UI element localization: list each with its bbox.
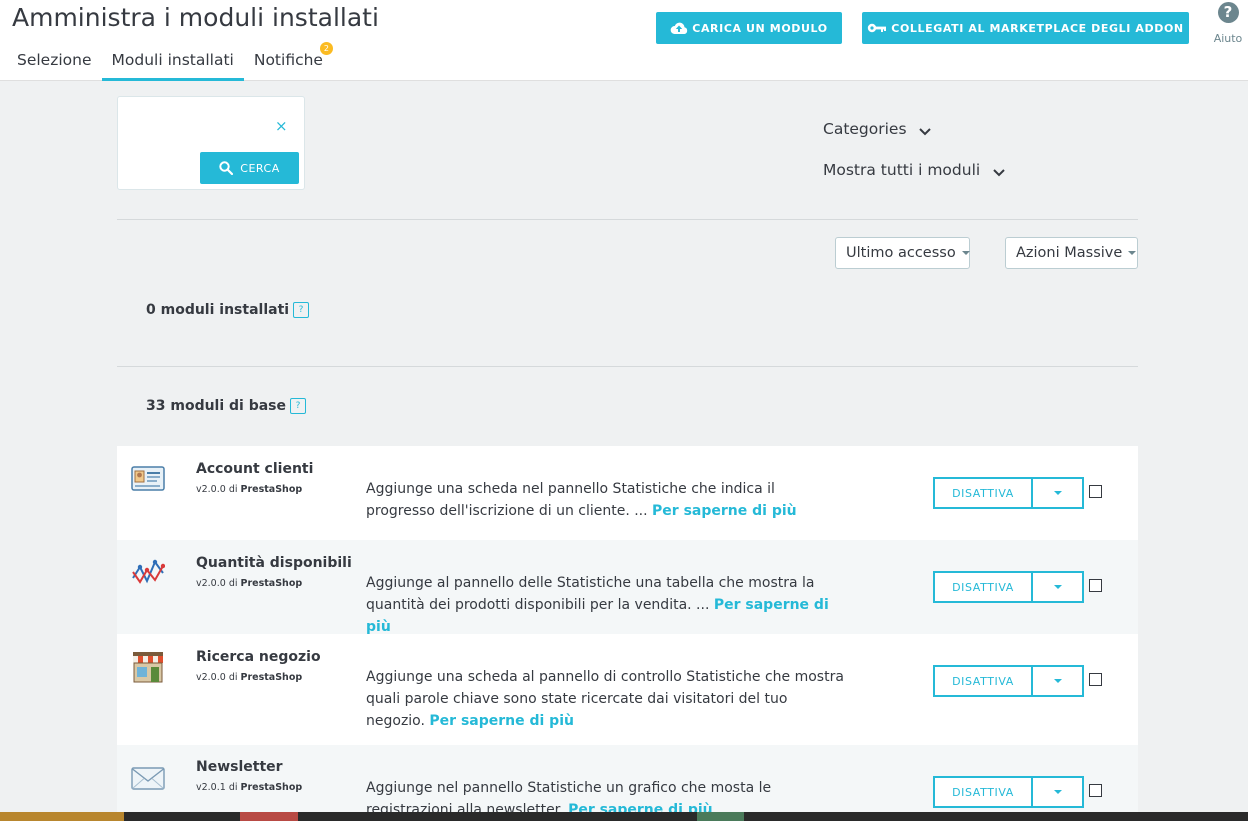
module-actions: DISATTIVA bbox=[933, 665, 1084, 697]
more-actions-toggle[interactable] bbox=[1033, 571, 1084, 603]
tab-selection[interactable]: Selezione bbox=[7, 48, 102, 81]
shop-icon bbox=[133, 652, 163, 683]
disable-button[interactable]: DISATTIVA bbox=[933, 665, 1033, 697]
module-version: v2.0.0 di PrestaShop bbox=[196, 484, 303, 495]
upload-module-button[interactable]: CARICA UN MODULO bbox=[656, 12, 842, 44]
more-actions-toggle[interactable] bbox=[1033, 776, 1084, 808]
caret-down-icon bbox=[1053, 585, 1062, 589]
envelope-icon bbox=[131, 767, 165, 790]
page-header: Amministra i moduli installati Selezione… bbox=[0, 0, 1248, 81]
tab-notifications-label: Notifiche bbox=[253, 51, 323, 69]
page-title: Amministra i moduli installati bbox=[12, 3, 379, 32]
more-actions-toggle[interactable] bbox=[1033, 477, 1084, 509]
chevron-down-icon bbox=[919, 128, 931, 136]
module-checkbox[interactable] bbox=[1089, 485, 1102, 498]
disable-button[interactable]: DISATTIVA bbox=[933, 776, 1033, 808]
help-tooltip-icon[interactable]: ? bbox=[293, 302, 310, 318]
module-row: Quantità disponibili v2.0.0 di PrestaSho… bbox=[117, 540, 1138, 635]
installed-modules-count-label: 0 moduli installati bbox=[146, 302, 290, 318]
divider bbox=[117, 366, 1138, 367]
module-actions: DISATTIVA bbox=[933, 571, 1084, 603]
search-button-label: CERCA bbox=[240, 161, 280, 175]
caret-down-icon bbox=[1053, 790, 1062, 794]
line-chart-icon bbox=[132, 559, 165, 584]
search-button[interactable]: CERCA bbox=[200, 152, 299, 184]
module-checkbox[interactable] bbox=[1089, 673, 1102, 686]
module-list: Account clienti v2.0.0 di PrestaShop Agg… bbox=[117, 446, 1138, 821]
module-actions: DISATTIVA bbox=[933, 776, 1084, 808]
more-actions-toggle[interactable] bbox=[1033, 665, 1084, 697]
disable-button[interactable]: DISATTIVA bbox=[933, 571, 1033, 603]
installed-modules-count: 0 moduli installati ? bbox=[146, 302, 310, 318]
chevron-down-icon bbox=[993, 169, 1005, 177]
module-name: Account clienti bbox=[196, 461, 314, 477]
module-description: Aggiunge una scheda al pannello di contr… bbox=[366, 669, 844, 729]
divider bbox=[117, 219, 1138, 220]
help-icon: ? bbox=[1217, 2, 1239, 23]
module-checkbox[interactable] bbox=[1089, 579, 1102, 592]
search-icon bbox=[219, 161, 234, 175]
show-modules-filter-label: Mostra tutti i moduli bbox=[823, 161, 981, 179]
notification-badge: 2 bbox=[319, 42, 333, 55]
module-search-panel[interactable]: × CERCA bbox=[117, 96, 305, 190]
module-actions: DISATTIVA bbox=[933, 477, 1084, 509]
upload-module-label: CARICA UN MODULO bbox=[692, 21, 828, 35]
module-version: v2.0.0 di PrestaShop bbox=[196, 672, 303, 683]
show-modules-filter[interactable]: Mostra tutti i moduli bbox=[823, 161, 1005, 179]
read-more-link[interactable]: Per saperne di più bbox=[429, 713, 574, 729]
module-version: v2.0.0 di PrestaShop bbox=[196, 578, 303, 589]
caret-down-icon bbox=[961, 251, 970, 255]
module-row: Newsletter v2.0.1 di PrestaShop Aggiunge… bbox=[117, 745, 1138, 821]
help-button[interactable]: ? Aiuto bbox=[1211, 2, 1245, 45]
module-name: Newsletter bbox=[196, 759, 283, 775]
read-more-link[interactable]: Per saperne di più bbox=[652, 503, 797, 519]
bulk-actions-label: Azioni Massive bbox=[1016, 245, 1123, 261]
module-version: v2.0.1 di PrestaShop bbox=[196, 782, 303, 793]
module-name: Quantità disponibili bbox=[196, 555, 352, 571]
key-icon bbox=[868, 23, 887, 33]
help-tooltip-icon[interactable]: ? bbox=[290, 398, 307, 414]
clear-search-icon[interactable]: × bbox=[275, 117, 288, 135]
module-row: Account clienti v2.0.0 di PrestaShop Agg… bbox=[117, 446, 1138, 540]
bulk-actions-dropdown[interactable]: Azioni Massive bbox=[1005, 237, 1138, 269]
module-name: Ricerca negozio bbox=[196, 649, 321, 665]
customer-card-icon bbox=[131, 466, 165, 491]
module-row: Ricerca negozio v2.0.0 di PrestaShop Agg… bbox=[117, 634, 1138, 745]
bottom-strip bbox=[0, 812, 1248, 821]
sort-dropdown[interactable]: Ultimo accesso bbox=[835, 237, 970, 269]
tab-installed-modules[interactable]: Moduli installati bbox=[101, 48, 244, 81]
marketplace-connect-label: COLLEGATI AL MARKETPLACE DEGLI ADDON bbox=[891, 21, 1184, 35]
categories-filter-label: Categories bbox=[823, 120, 907, 138]
help-label: Aiuto bbox=[1213, 32, 1243, 45]
categories-filter[interactable]: Categories bbox=[823, 120, 931, 138]
base-modules-count: 33 moduli di base ? bbox=[146, 398, 307, 414]
base-modules-count-label: 33 moduli di base bbox=[146, 398, 287, 414]
sort-dropdown-label: Ultimo accesso bbox=[846, 245, 956, 261]
disable-button[interactable]: DISATTIVA bbox=[933, 477, 1033, 509]
tab-notifications[interactable]: Notifiche 2 bbox=[244, 42, 333, 81]
cloud-upload-icon bbox=[670, 22, 688, 34]
module-checkbox[interactable] bbox=[1089, 784, 1102, 797]
module-description: Aggiunge al pannello delle Statistiche u… bbox=[366, 575, 829, 635]
marketplace-connect-button[interactable]: COLLEGATI AL MARKETPLACE DEGLI ADDON bbox=[862, 12, 1189, 44]
caret-down-icon bbox=[1053, 679, 1062, 683]
caret-down-icon bbox=[1128, 251, 1137, 255]
caret-down-icon bbox=[1053, 491, 1062, 495]
tab-bar: Selezione Moduli installati Notifiche 2 bbox=[7, 42, 333, 81]
module-description: Aggiunge una scheda nel pannello Statist… bbox=[366, 481, 797, 519]
